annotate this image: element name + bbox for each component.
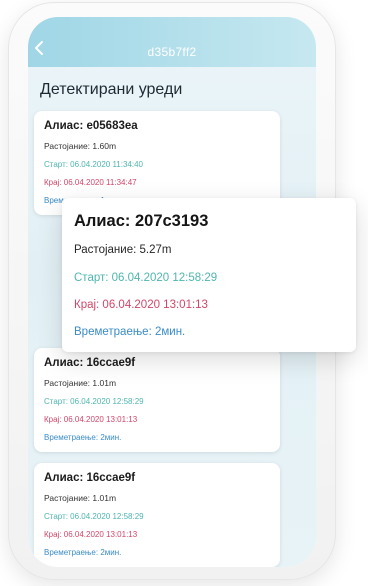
- device-alias: Алиас: 16ccae9f: [44, 357, 136, 369]
- device-distance: Растојание: 1.60m: [44, 141, 117, 151]
- device-card[interactable]: Алиас: 16ccae9f Растојание: 1.01m Старт:…: [34, 463, 280, 567]
- highlighted-device-card[interactable]: Алиас: 207c3193 Растојание: 5.27m Старт:…: [62, 198, 356, 352]
- device-start-time: Старт: 06.04.2020 12:58:29: [44, 397, 144, 406]
- device-card[interactable]: Алиас: 16ccae9f Растојание: 1.01m Старт:…: [34, 348, 280, 452]
- device-end-time: Крај: 06.04.2020 13:01:13: [44, 530, 138, 539]
- device-start-time: Старт: 06.04.2020 11:34:40: [44, 160, 143, 169]
- device-duration: Времетраење: 2мин.: [74, 326, 186, 338]
- page-title: Детектирани уреди: [40, 81, 183, 98]
- device-duration: Времетраење: 2мин.: [44, 548, 122, 557]
- device-duration: Времетраење: 2мин.: [44, 433, 122, 442]
- device-start-time: Старт: 06.04.2020 12:58:29: [44, 512, 144, 521]
- device-end-time: Крај: 06.04.2020 13:01:13: [44, 415, 138, 424]
- device-distance: Растојание: 1.01m: [44, 493, 117, 503]
- device-end-time: Крај: 06.04.2020 13:01:13: [74, 299, 208, 311]
- device-id-title: d35b7ff2: [147, 45, 197, 59]
- device-alias: Алиас: 16ccae9f: [44, 472, 136, 484]
- device-alias: Алиас: 207c3193: [74, 212, 209, 230]
- device-distance: Растојание: 1.01m: [44, 378, 117, 388]
- device-distance: Растојание: 5.27m: [74, 244, 172, 256]
- device-start-time: Старт: 06.04.2020 12:58:29: [74, 272, 218, 284]
- device-end-time: Крај: 06.04.2020 11:34:47: [44, 178, 137, 187]
- device-alias: Алиас: e05683ea: [44, 120, 138, 132]
- app-header: d35b7ff2: [28, 17, 316, 67]
